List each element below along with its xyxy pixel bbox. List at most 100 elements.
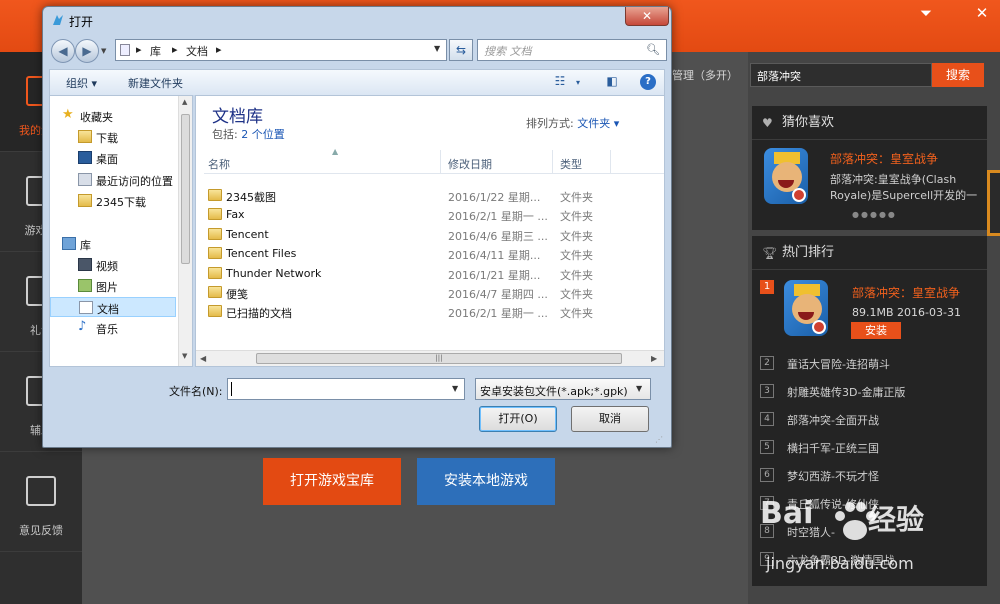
file-row[interactable]: 便笺 2016/4/7 星期四 ... 文件夹 bbox=[204, 283, 600, 303]
open-button[interactable]: 打开(O) bbox=[479, 406, 557, 432]
app-menu-button[interactable]: ⏷ bbox=[912, 0, 940, 26]
breadcrumb-separator: ▸ bbox=[172, 43, 178, 56]
rank-number: 2 bbox=[760, 356, 774, 370]
rank-title[interactable]: 射雕英雄传3D-金庸正版 bbox=[787, 384, 905, 400]
new-folder-button[interactable]: 新建文件夹 bbox=[128, 75, 183, 91]
file-row[interactable]: 已扫描的文档 2016/2/1 星期一 ... 文件夹 bbox=[204, 302, 600, 322]
forward-button[interactable]: ▶ bbox=[75, 39, 99, 63]
column-date[interactable]: 修改日期 bbox=[448, 156, 492, 172]
search-button[interactable]: 搜索 bbox=[932, 63, 984, 87]
rank-title[interactable]: 部落冲突-全面开战 bbox=[787, 412, 879, 428]
watermark-cn: 经验 bbox=[868, 503, 925, 536]
search-icon[interactable]: 🔍︎ bbox=[646, 43, 660, 56]
file-row[interactable]: Fax 2016/2/1 星期一 ... 文件夹 bbox=[204, 205, 600, 225]
dialog-search-input[interactable]: 搜索 文档 🔍︎ bbox=[477, 39, 667, 61]
nav-documents[interactable]: 文档 bbox=[50, 297, 176, 317]
nav-label: 收藏夹 bbox=[80, 111, 113, 124]
file-row[interactable]: Tencent Files 2016/4/11 星期... 文件夹 bbox=[204, 244, 600, 264]
rank-number: 4 bbox=[760, 412, 774, 426]
rank-title[interactable]: 童话大冒险-连招萌斗 bbox=[787, 356, 890, 372]
filename-input[interactable]: ▼ bbox=[227, 378, 465, 400]
nav-favorites[interactable]: ★ 收藏夹 bbox=[50, 106, 178, 126]
resize-grip-icon[interactable]: ⋰ bbox=[655, 435, 663, 444]
scroll-up-icon[interactable]: ▲ bbox=[182, 98, 187, 106]
install-local-game-button[interactable]: 安装本地游戏 bbox=[417, 458, 555, 505]
download-folder-icon bbox=[78, 130, 92, 143]
cancel-button[interactable]: 取消 bbox=[571, 406, 649, 432]
includes-locations-link[interactable]: 2 个位置 bbox=[241, 128, 285, 141]
breadcrumb-documents[interactable]: 文档 bbox=[186, 43, 208, 59]
filetype-select[interactable]: 安卓安装包文件(*.apk;*.gpk) ▼ bbox=[475, 378, 651, 400]
nav-2345-downloads[interactable]: 2345下载 bbox=[50, 191, 178, 211]
file-type: 文件夹 bbox=[560, 191, 593, 204]
nav-label: 音乐 bbox=[96, 323, 118, 336]
folder-icon bbox=[208, 228, 222, 240]
manage-multi-open-link[interactable]: 管理（多开） bbox=[672, 67, 738, 83]
file-date: 2016/1/21 星期... bbox=[448, 269, 541, 282]
recommend-game-title[interactable]: 部落冲突：皇室战争 bbox=[830, 150, 938, 167]
star-icon: ★ bbox=[62, 107, 74, 122]
file-row[interactable]: Thunder Network 2016/1/21 星期... 文件夹 bbox=[204, 264, 600, 284]
nav-recent-places[interactable]: 最近访问的位置 bbox=[50, 170, 178, 190]
nav-libraries[interactable]: 库 bbox=[50, 234, 178, 254]
file-name: 便笺 bbox=[226, 288, 248, 301]
rank-game-title[interactable]: 部落冲突：皇室战争 bbox=[852, 284, 960, 301]
organize-menu[interactable]: 组织 ▾ bbox=[66, 75, 97, 91]
heart-icon: ♥ bbox=[762, 116, 773, 130]
nav-label: 下载 bbox=[96, 132, 118, 145]
dialog-close-button[interactable]: ✕ bbox=[625, 7, 669, 26]
scroll-right-icon[interactable]: ▶ bbox=[651, 354, 657, 363]
scroll-down-icon[interactable]: ▼ bbox=[182, 352, 187, 360]
scroll-thumb[interactable] bbox=[181, 114, 190, 264]
dialog-title: 打开 bbox=[69, 15, 94, 29]
scroll-thumb[interactable]: ||| bbox=[256, 353, 622, 364]
nav-videos[interactable]: 视频 bbox=[50, 255, 178, 275]
file-name: 已扫描的文档 bbox=[226, 307, 292, 320]
game-thumbnail[interactable] bbox=[784, 280, 828, 336]
install-button[interactable]: 安装 bbox=[851, 322, 901, 339]
nav-pane-scrollbar[interactable]: ▲ ▼ bbox=[178, 96, 192, 366]
chevron-down-icon[interactable]: ▼ bbox=[636, 384, 642, 393]
file-type: 文件夹 bbox=[560, 249, 593, 262]
folder-icon bbox=[208, 286, 222, 298]
chevron-down-icon[interactable]: ▼ bbox=[452, 384, 458, 393]
file-name: Thunder Network bbox=[226, 267, 322, 280]
arrange-by-dropdown[interactable]: 文件夹 ▾ bbox=[577, 117, 619, 130]
file-row[interactable]: 2345截图 2016/1/22 星期... 文件夹 bbox=[204, 186, 600, 206]
rank-title[interactable]: 梦幻西游-不玩才怪 bbox=[787, 468, 879, 484]
open-game-library-button[interactable]: 打开游戏宝库 bbox=[263, 458, 401, 505]
help-icon[interactable]: ? bbox=[640, 74, 656, 90]
refresh-button[interactable]: ⇆ bbox=[449, 39, 473, 61]
column-type[interactable]: 类型 bbox=[560, 156, 582, 172]
rank-title[interactable]: 横扫千军-正统三国 bbox=[787, 440, 879, 456]
nav-feedback[interactable]: 意见反馈 bbox=[0, 452, 82, 552]
column-name[interactable]: 名称 bbox=[208, 156, 230, 172]
horizontal-scrollbar[interactable]: ◀ ||| ▶ bbox=[196, 350, 664, 366]
chevron-down-icon[interactable]: ▾ bbox=[570, 78, 586, 94]
file-type: 文件夹 bbox=[560, 307, 593, 320]
breadcrumb-library[interactable]: 库 bbox=[150, 43, 161, 59]
chevron-down-icon[interactable]: ▼ bbox=[434, 44, 440, 53]
nav-pictures[interactable]: 图片 bbox=[50, 276, 178, 296]
scroll-left-icon[interactable]: ◀ bbox=[200, 354, 206, 363]
history-dropdown-icon[interactable]: ▼ bbox=[101, 47, 106, 55]
back-button[interactable]: ◀ bbox=[51, 39, 75, 63]
nav-downloads[interactable]: 下载 bbox=[50, 127, 178, 147]
file-name: Tencent Files bbox=[226, 247, 297, 260]
file-type: 文件夹 bbox=[560, 288, 593, 301]
view-options-icon[interactable]: ☷ bbox=[552, 74, 568, 90]
carousel-dots[interactable]: ●●●●● bbox=[852, 210, 897, 219]
sort-arrow-icon: ▲ bbox=[332, 147, 339, 156]
side-tab[interactable] bbox=[987, 170, 1000, 236]
preview-pane-icon[interactable]: ◧ bbox=[604, 74, 620, 90]
file-row[interactable]: Tencent 2016/4/6 星期三 ... 文件夹 bbox=[204, 225, 600, 245]
game-thumbnail[interactable] bbox=[764, 148, 808, 204]
panel-title: 热门排行 bbox=[782, 245, 835, 260]
address-bar[interactable]: ▸ 库 ▸ 文档 ▸ ▼ bbox=[115, 39, 447, 61]
nav-music[interactable]: ♪ 音乐 bbox=[50, 318, 178, 338]
nav-desktop[interactable]: 桌面 bbox=[50, 148, 178, 168]
game-search-input[interactable]: 部落冲突 bbox=[750, 63, 932, 87]
rank-number: 6 bbox=[760, 468, 774, 482]
app-close-button[interactable]: ✕ bbox=[968, 0, 996, 26]
recent-places-icon bbox=[78, 173, 92, 186]
